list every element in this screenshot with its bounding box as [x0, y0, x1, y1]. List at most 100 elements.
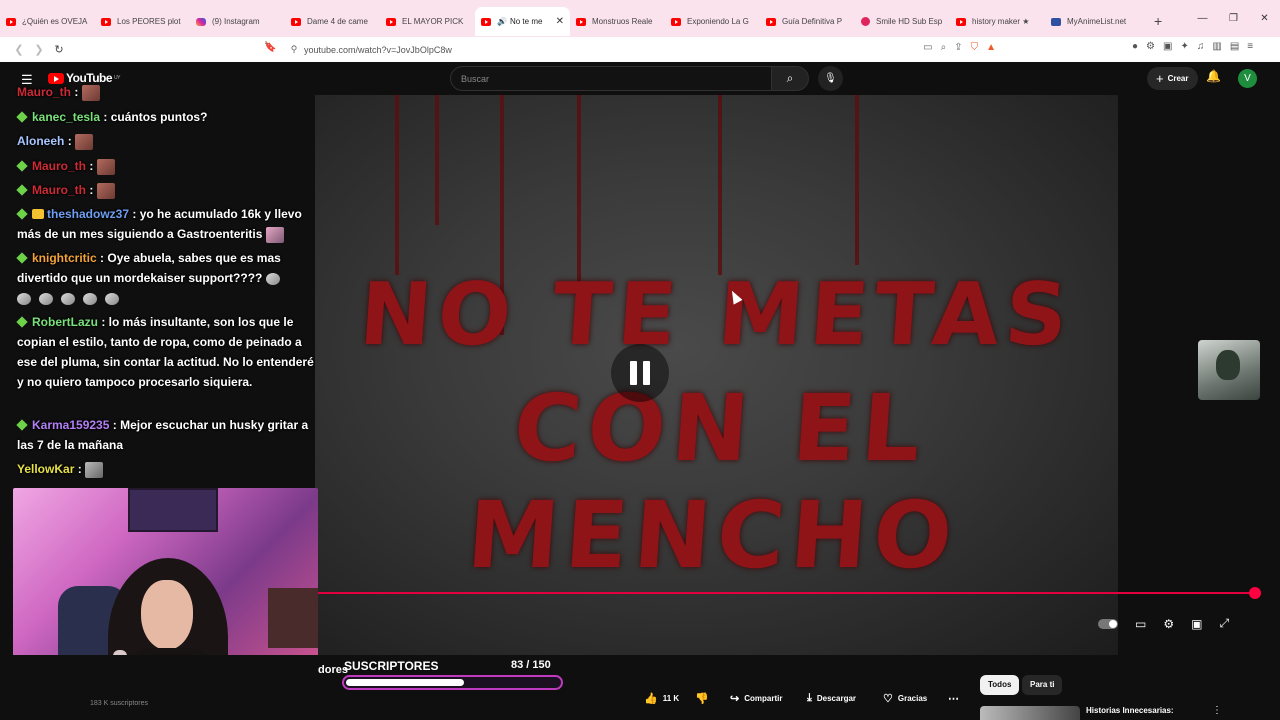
voice-search-button[interactable]: 🎙	[818, 66, 843, 91]
browser-tab[interactable]: (9) Instagram	[190, 7, 285, 36]
share-button[interactable]: ↪ Compartir	[730, 687, 782, 709]
more-actions-button[interactable]: ⋯	[948, 687, 959, 709]
blood-drip	[718, 95, 722, 275]
close-tab-icon[interactable]: ✕	[556, 16, 564, 27]
video-title-art-line2: CON EL MENCHO	[463, 375, 962, 589]
recommended-title[interactable]: Historias Innecesarias:	[1086, 706, 1174, 715]
browser-tab[interactable]: Los PEORES plot	[95, 7, 190, 36]
myanimelist-icon	[1051, 17, 1061, 26]
youtube-icon	[291, 17, 301, 26]
chat-message: knightcritic : Oye abuela, sabes que es …	[16, 248, 317, 308]
thanks-button[interactable]: ♡ Gracias	[883, 687, 927, 709]
url-text: youtube.com/watch?v=JovJbOlpC8w	[304, 44, 452, 55]
chat-message: Mauro_th :	[16, 156, 317, 176]
theater-mode-icon[interactable]: ▣	[1191, 617, 1202, 631]
browser-tab[interactable]: Smile HD Sub Esp	[855, 7, 950, 36]
chat-emote	[96, 182, 115, 199]
tab-strip: ¿Quién es OVEJA Los PEORES plot (9) Inst…	[0, 0, 1280, 37]
close-window-icon[interactable]: ✕	[1249, 13, 1280, 24]
browser-tab[interactable]: Guía Definitiva P	[760, 7, 855, 36]
chat-emote	[17, 292, 31, 305]
youtube-icon	[956, 17, 966, 26]
like-button[interactable]: 👍 11 K	[644, 687, 679, 709]
browser-tab[interactable]: Exponiendo La G	[665, 7, 760, 36]
notifications-bell-icon[interactable]: 🔔	[1206, 69, 1221, 83]
browser-tab[interactable]: Dame 4 de came	[285, 7, 380, 36]
search-input[interactable]: Buscar	[450, 66, 772, 91]
browser-tab[interactable]: history maker ★	[950, 7, 1045, 36]
screenshot-icon[interactable]: ▣	[1163, 41, 1172, 52]
forward-icon[interactable]: ❯	[29, 43, 49, 56]
browser-tab[interactable]: EL MAYOR PICK	[380, 7, 475, 36]
browser-tab[interactable]: Monstruos Reale	[570, 7, 665, 36]
account-avatar[interactable]: V	[1238, 69, 1257, 88]
download-button[interactable]: ⤓ Descargar	[807, 687, 856, 709]
pause-icon-bar	[630, 361, 637, 385]
chat-emote	[75, 133, 94, 150]
minimize-icon[interactable]: —	[1187, 13, 1218, 24]
music-icon[interactable]: ♫	[1197, 41, 1205, 52]
share-icon[interactable]: ⇪	[954, 42, 962, 53]
progress-scrubber[interactable]	[1249, 587, 1261, 599]
youtube-icon	[386, 17, 396, 26]
chat-message: kanec_tesla : cuántos puntos?	[16, 107, 317, 127]
speaker-icon[interactable]: 🔊	[497, 17, 507, 26]
chat-emote	[61, 292, 75, 305]
vip-gem-icon	[16, 419, 28, 431]
pause-button[interactable]	[611, 344, 669, 402]
new-tab-icon[interactable]: +	[1154, 13, 1162, 29]
menu-icon[interactable]: ≡	[1247, 41, 1253, 52]
puzzle-icon[interactable]: ⚙	[1146, 41, 1155, 52]
back-icon[interactable]: ❮	[9, 43, 29, 56]
browser-tab-active[interactable]: 🔊 No te me ✕	[475, 7, 570, 36]
chat-emote	[265, 272, 280, 285]
chat-message: Mauro_th :	[17, 82, 317, 102]
sidebar-icon[interactable]: ▥	[1212, 41, 1221, 52]
vip-gem-icon	[16, 160, 28, 172]
subscriber-badge-icon	[32, 209, 44, 219]
chat-message: Aloneeh :	[17, 131, 317, 151]
extensions-area: ● ⚙ ▣ ✦ ♫ ▥ ▤ ≡	[1132, 41, 1253, 52]
browser-tab[interactable]: MyAnimeList.net	[1045, 7, 1140, 36]
brave-rewards-icon[interactable]: ▲	[986, 42, 996, 53]
browser-toolbar: ❮ ❯ ↻ 🔖 ⚲ youtube.com/watch?v=JovJbOlpC8…	[0, 37, 1280, 62]
blood-drip	[395, 95, 399, 275]
smile-icon	[861, 17, 870, 26]
restore-icon[interactable]: ❐	[1218, 13, 1249, 24]
address-bar[interactable]: ⚲ youtube.com/watch?v=JovJbOlpC8w ▭ ⌕ ⇪ …	[284, 39, 1008, 60]
thumbs-down-icon: 👎	[695, 692, 709, 705]
video-progress-bar[interactable]	[315, 587, 1261, 599]
browser-tab[interactable]: ¿Quién es OVEJA	[0, 7, 95, 36]
chat-emote	[105, 292, 119, 305]
settings-gear-icon[interactable]: ⚙	[1163, 617, 1174, 631]
zoom-icon[interactable]: ⌕	[941, 42, 947, 53]
subtitles-icon[interactable]: ▭	[1135, 617, 1146, 631]
vip-gem-icon	[16, 316, 28, 328]
dislike-button[interactable]: 👎	[695, 687, 709, 709]
filter-chip-for-you[interactable]: Para ti	[1022, 675, 1063, 695]
chat-emote	[81, 84, 100, 101]
search-icon: ⌕	[786, 71, 794, 85]
brave-shield-icon[interactable]: ⛉	[971, 42, 979, 53]
more-vertical-icon[interactable]: ⋮	[1212, 705, 1222, 716]
video-player[interactable]: NO TE METAS CON EL MENCHO	[315, 95, 1118, 655]
channel-subscriber-count: 183 K suscriptores	[90, 700, 148, 707]
filter-chip-all[interactable]: Todos	[980, 675, 1020, 695]
search-button[interactable]: ⌕	[771, 66, 809, 91]
webcam-shelf	[268, 588, 318, 648]
recommended-thumbnail[interactable]	[980, 706, 1080, 720]
site-info-icon[interactable]: ⚲	[284, 44, 304, 55]
subscriber-goal-fill	[346, 679, 464, 686]
wallet-icon[interactable]: ▤	[1230, 41, 1239, 52]
create-button[interactable]: + Crear	[1147, 67, 1198, 90]
cast-icon[interactable]: ▭	[923, 42, 932, 53]
reload-icon[interactable]: ↻	[49, 43, 69, 56]
subscriber-goal-bar	[342, 675, 563, 690]
player-controls: ▭ ⚙ ▣ ⤢	[1098, 616, 1229, 631]
fullscreen-icon[interactable]: ⤢	[1219, 616, 1229, 631]
bookmark-icon[interactable]: 🔖	[264, 42, 276, 53]
webcam-window	[128, 488, 218, 532]
extension-icon[interactable]: ●	[1132, 41, 1138, 52]
autoplay-toggle[interactable]	[1098, 618, 1118, 629]
translate-icon[interactable]: ✦	[1180, 41, 1188, 52]
